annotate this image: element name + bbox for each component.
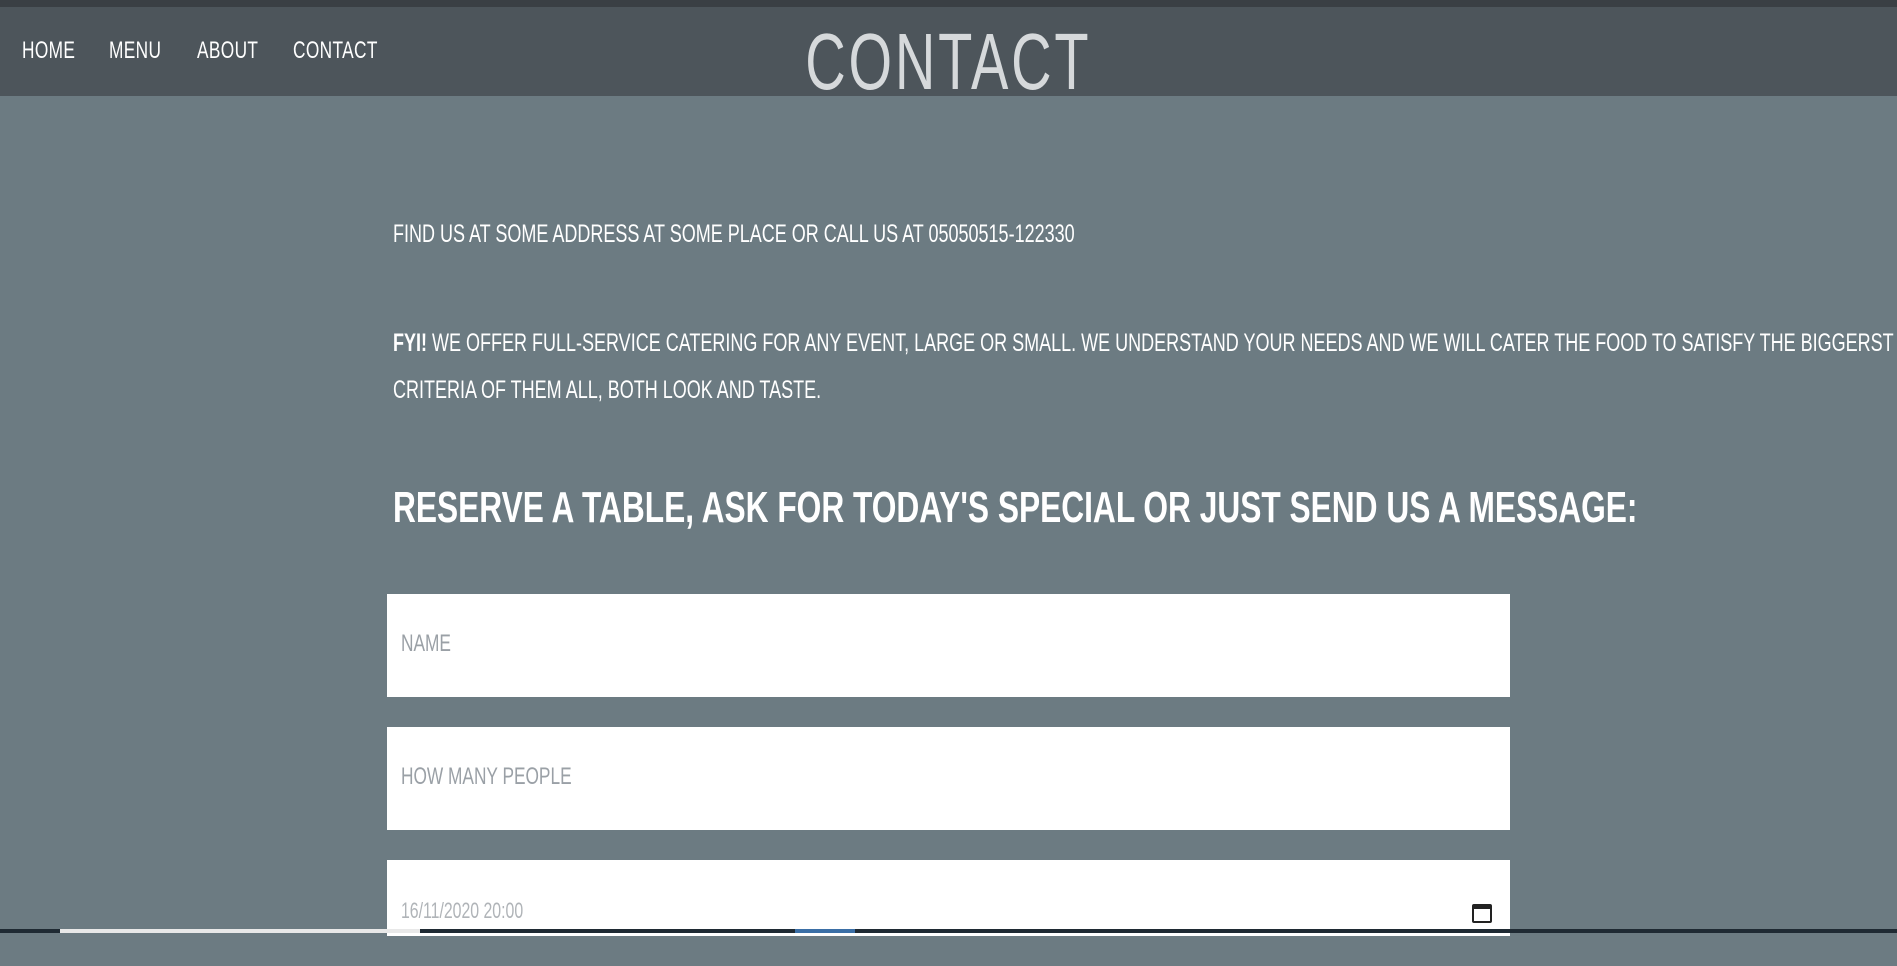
reserve-heading: RESERVE A TABLE, ASK FOR TODAY'S SPECIAL… — [393, 483, 1897, 533]
people-placeholder: HOW MANY PEOPLE — [401, 763, 572, 790]
name-input[interactable]: NAME — [387, 594, 1510, 697]
calendar-icon[interactable] — [1472, 904, 1492, 923]
top-border — [0, 0, 1897, 7]
reservation-form: NAME HOW MANY PEOPLE 16/11/2020 20:00 — [387, 594, 1510, 966]
taskbar-edge — [0, 929, 1897, 933]
catering-text-2: CRITERIA OF THEM ALL, BOTH LOOK AND TAST… — [393, 376, 822, 404]
catering-line-1: FYI! WE OFFER FULL-SERVICE CATERING FOR … — [393, 320, 1897, 367]
page-title: CONTACT — [0, 22, 1897, 102]
find-us-text: FIND US AT SOME ADDRESS AT SOME PLACE OR… — [393, 220, 1075, 248]
datetime-input[interactable]: 16/11/2020 20:00 — [387, 860, 1510, 936]
reserve-rest: A TABLE, ASK FOR TODAY'S SPECIAL OR JUST… — [543, 483, 1638, 532]
datetime-value: 16/11/2020 20:00 — [401, 898, 524, 923]
taskbar-active-segment — [795, 929, 855, 933]
catering-text-1: WE OFFER FULL-SERVICE CATERING FOR ANY E… — [426, 329, 1894, 357]
catering-info: FYI! WE OFFER FULL-SERVICE CATERING FOR … — [393, 320, 1897, 414]
fyi-label: FYI! — [393, 329, 427, 357]
taskbar-segment — [60, 929, 420, 933]
people-count-input[interactable]: HOW MANY PEOPLE — [387, 727, 1510, 830]
contact-info: FIND US AT SOME ADDRESS AT SOME PLACE OR… — [393, 220, 1894, 532]
name-placeholder: NAME — [401, 630, 451, 657]
catering-line-2: CRITERIA OF THEM ALL, BOTH LOOK AND TAST… — [393, 367, 1897, 414]
page-title-text: CONTACT — [805, 17, 1092, 106]
reserve-bold: RESERVE — [393, 483, 544, 532]
